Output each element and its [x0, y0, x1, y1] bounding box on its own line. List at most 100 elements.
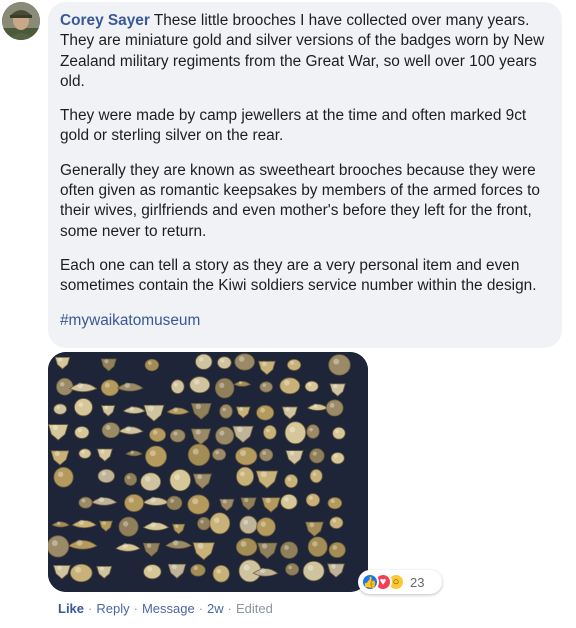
badge-brooch — [124, 494, 144, 512]
badge-brooch — [217, 356, 232, 370]
badge-brooch — [118, 516, 139, 537]
timestamp[interactable]: 2w — [207, 601, 224, 616]
badge-highlight — [261, 543, 268, 549]
badge-highlight — [81, 450, 85, 454]
avatar[interactable] — [2, 2, 40, 40]
badge-brooch — [144, 358, 160, 372]
badge-brooch — [53, 466, 74, 488]
badge-highlight — [312, 451, 317, 456]
badge-brooch — [235, 446, 258, 466]
reaction-count: 23 — [410, 574, 425, 590]
badge-highlight — [58, 357, 63, 362]
badge-highlight — [171, 564, 177, 570]
badge-highlight — [59, 381, 65, 387]
badge-highlight — [222, 499, 227, 504]
badge-brooch — [169, 429, 186, 443]
badge-highlight — [220, 358, 225, 363]
badge-brooch — [305, 493, 321, 507]
badge-highlight — [219, 430, 225, 436]
badge-highlight — [102, 521, 106, 525]
badge-highlight — [128, 497, 134, 503]
badge-highlight — [285, 407, 290, 412]
badge-highlight — [148, 405, 154, 412]
badge-brooch — [306, 424, 320, 439]
separator: · — [198, 601, 204, 616]
badge-highlight — [104, 359, 109, 364]
badge-highlight — [122, 543, 128, 549]
like-icon: 👍 — [361, 573, 379, 591]
badge-highlight — [335, 429, 339, 434]
badge-highlight — [213, 517, 220, 524]
badge-brooch — [101, 422, 120, 439]
badge-highlight — [238, 380, 243, 385]
badge-brooch — [332, 426, 346, 440]
badge-brooch — [329, 516, 344, 529]
comment-paragraph-3: Generally they are known as sweetheart b… — [60, 161, 540, 240]
badge-highlight — [77, 428, 82, 433]
badge-highlight — [329, 403, 335, 408]
badge-highlight — [240, 449, 247, 456]
badge-brooch — [187, 443, 211, 466]
badge-highlight — [284, 497, 289, 502]
badge-brooch — [124, 472, 138, 486]
badge-highlight — [193, 566, 198, 571]
badge-brooch — [143, 564, 162, 580]
badge-highlight — [81, 498, 86, 503]
badge-highlight — [152, 430, 158, 435]
badge-brooch — [280, 541, 298, 559]
badge-brooch — [195, 353, 213, 370]
badge-brooch — [140, 472, 162, 492]
badge-highlight — [172, 539, 179, 546]
badge-highlight — [288, 565, 293, 570]
badge-highlight — [78, 519, 85, 525]
hashtag-link[interactable]: #mywaikatomuseum — [60, 312, 200, 329]
badge-highlight — [260, 521, 266, 527]
badge-highlight — [216, 569, 222, 574]
comment-paragraph-1: Corey Sayer These little brooches I have… — [60, 11, 550, 92]
badge-brooch — [212, 448, 227, 461]
badge-collection-image — [48, 352, 368, 592]
separator: · — [88, 601, 93, 616]
badge-brooch — [325, 399, 344, 417]
badge-highlight — [125, 426, 131, 432]
badge-brooch — [330, 452, 345, 465]
badge-brooch — [234, 353, 255, 371]
badge-brooch — [190, 563, 206, 577]
badge-highlight — [332, 545, 338, 550]
like-action[interactable]: Like — [58, 601, 84, 616]
badge-highlight — [144, 475, 151, 482]
hashtag-line: #mywaikatomuseum — [60, 311, 550, 331]
badge-brooch — [56, 377, 74, 396]
badge-brooch — [236, 466, 255, 487]
profile-photo — [2, 2, 40, 40]
badge-highlight — [195, 403, 202, 410]
badge-brooch — [309, 468, 323, 484]
badge-brooch — [78, 448, 92, 459]
badge-brooch — [307, 536, 328, 557]
message-action[interactable]: Message — [142, 601, 195, 616]
badge-highlight — [244, 498, 249, 503]
badge-highlight — [200, 519, 204, 524]
badge-brooch — [304, 380, 319, 393]
badge-highlight — [260, 471, 267, 478]
reply-action[interactable]: Reply — [96, 601, 129, 616]
badge-brooch — [256, 517, 276, 537]
comment-author[interactable]: Corey Sayer — [60, 12, 150, 29]
badge-highlight — [147, 566, 153, 572]
badge-highlight — [262, 383, 267, 387]
badge-brooch — [145, 445, 167, 468]
badge-highlight — [192, 498, 199, 505]
badge-highlight — [262, 451, 267, 455]
attached-photo[interactable] — [48, 352, 368, 592]
badge-brooch — [259, 448, 274, 462]
badge-brooch — [189, 376, 211, 394]
comment-paragraph-4: Each one can tell a story as they are a … — [60, 256, 537, 295]
badge-highlight — [289, 426, 296, 433]
badge-highlight — [56, 521, 61, 525]
badge-brooch — [212, 565, 230, 583]
reaction-summary[interactable]: 👍 ♥ ○ 23 — [358, 570, 442, 594]
comment-paragraph-2: They were made by camp jewellers at the … — [60, 107, 527, 145]
badge-highlight — [76, 539, 83, 546]
badge-highlight — [197, 474, 203, 480]
edited-label[interactable]: Edited — [236, 601, 273, 616]
